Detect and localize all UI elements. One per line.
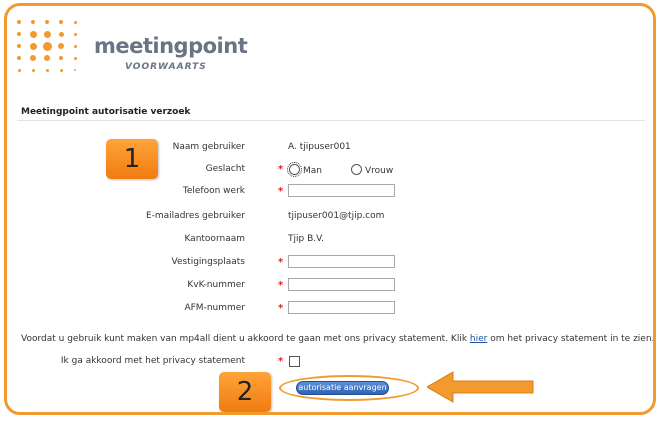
logo-dot xyxy=(74,69,76,71)
radio-man-label[interactable]: Man xyxy=(303,166,322,176)
label-afm: AFM-nummer xyxy=(184,303,245,313)
label-telefoon: Telefoon werk xyxy=(182,186,245,196)
value-kantoor: Tjip B.V. xyxy=(288,234,324,244)
logo-dot xyxy=(58,31,64,37)
logo-dot xyxy=(31,20,35,24)
logo-dot xyxy=(29,42,37,50)
logo-dot xyxy=(73,32,77,36)
row-kantoor: Kantoornaam Tjip B.V. xyxy=(7,232,653,248)
annotation-badge-2: 2 xyxy=(219,372,271,412)
radio-vrouw[interactable] xyxy=(351,164,362,175)
value-email: tjipuser001@tjip.com xyxy=(288,211,385,221)
divider xyxy=(17,120,645,121)
row-agree: Ik ga akkoord met het privacy statement … xyxy=(7,354,653,370)
logo-dot xyxy=(44,55,50,61)
logo-dot xyxy=(73,20,77,24)
logo-dot xyxy=(59,56,63,60)
logo-dot xyxy=(30,55,36,61)
afm-input[interactable] xyxy=(288,301,395,314)
required-mark: * xyxy=(278,164,284,175)
required-mark: * xyxy=(278,186,284,197)
value-naam: A. tjipuser001 xyxy=(288,142,351,152)
label-kvk: KvK-nummer xyxy=(187,280,245,290)
privacy-text-before: Voordat u gebruik kunt maken van mp4all … xyxy=(21,334,470,344)
row-telefoon: Telefoon werk * xyxy=(7,184,653,200)
label-kantoor: Kantoornaam xyxy=(184,234,245,244)
label-email: E-mailadres gebruiker xyxy=(145,211,245,221)
logo-dot xyxy=(29,30,37,38)
logo-dot xyxy=(58,43,64,49)
required-mark: * xyxy=(278,303,284,314)
label-geslacht: Geslacht xyxy=(205,164,245,174)
logo-dot xyxy=(59,68,63,72)
logo-dot xyxy=(17,44,21,48)
row-vestiging: Vestigingsplaats * xyxy=(7,255,653,271)
arrow-icon xyxy=(427,371,534,403)
row-email: E-mailadres gebruiker tjipuser001@tjip.c… xyxy=(7,209,653,225)
logo-dot xyxy=(17,32,21,36)
privacy-notice: Voordat u gebruik kunt maken van mp4all … xyxy=(21,334,655,344)
telefoon-input[interactable] xyxy=(288,184,395,197)
privacy-text-after: om het privacy statement in te zien. xyxy=(487,334,655,344)
privacy-link[interactable]: hier xyxy=(470,334,487,344)
logo-wordmark: meetingpoint xyxy=(94,34,248,58)
logo-tagline: VOORWAARTS xyxy=(125,62,207,72)
row-afm: AFM-nummer * xyxy=(7,301,653,317)
logo-dot xyxy=(59,20,63,24)
submit-button[interactable]: autorisatie aanvragen xyxy=(296,381,389,395)
browser-frame: meetingpoint VOORWAARTS Meetingpoint aut… xyxy=(4,3,656,415)
radio-vrouw-label[interactable]: Vrouw xyxy=(365,166,393,176)
row-kvk: KvK-nummer * xyxy=(7,278,653,294)
logo-dot xyxy=(17,56,21,60)
radio-man[interactable] xyxy=(287,162,302,177)
logo-dot xyxy=(17,68,21,72)
required-mark: * xyxy=(278,280,284,291)
logo-dot xyxy=(73,44,77,48)
row-geslacht: Geslacht * Man Vrouw xyxy=(7,162,653,178)
logo-dot xyxy=(73,56,77,60)
label-naam: Naam gebruiker xyxy=(172,142,245,152)
required-mark: * xyxy=(278,257,284,268)
logo-dot xyxy=(45,68,49,72)
label-vestiging: Vestigingsplaats xyxy=(171,257,246,267)
vestiging-input[interactable] xyxy=(288,255,395,268)
required-mark: * xyxy=(278,356,284,367)
kvk-input[interactable] xyxy=(288,278,395,291)
form-title: Meetingpoint autorisatie verzoek xyxy=(21,107,191,117)
logo-icon xyxy=(13,16,85,80)
logo-dot xyxy=(43,30,51,38)
logo-dot xyxy=(42,41,52,51)
label-agree: Ik ga akkoord met het privacy statement xyxy=(60,356,245,366)
annotation-badge-1: 1 xyxy=(106,139,158,179)
header: meetingpoint VOORWAARTS xyxy=(7,6,653,102)
agree-checkbox[interactable] xyxy=(289,356,300,367)
logo-dot xyxy=(45,20,49,24)
row-naam: Naam gebruiker A. tjipuser001 xyxy=(7,140,653,156)
logo-dot xyxy=(17,20,21,24)
logo-dot xyxy=(31,68,35,72)
